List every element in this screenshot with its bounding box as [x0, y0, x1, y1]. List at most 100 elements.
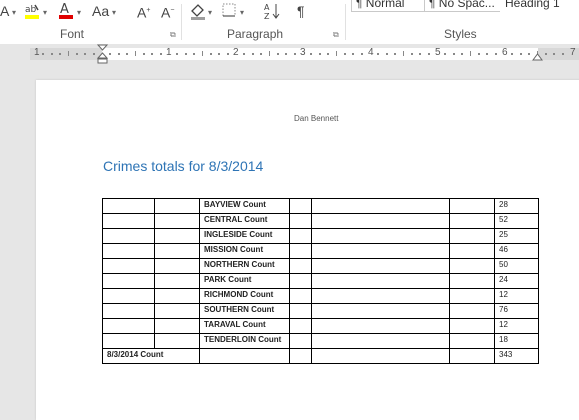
empty-cell[interactable] — [102, 243, 155, 259]
empty-cell[interactable] — [449, 228, 495, 244]
change-case-button[interactable]: Aa — [92, 1, 109, 21]
empty-cell[interactable] — [154, 333, 200, 349]
empty-cell[interactable] — [154, 228, 200, 244]
sort-icon[interactable]: AZ — [263, 1, 281, 21]
district-label-cell[interactable]: TARAVAL Count — [199, 318, 290, 334]
empty-cell[interactable] — [102, 228, 155, 244]
empty-cell[interactable] — [311, 288, 450, 304]
count-value-cell[interactable]: 12 — [494, 288, 539, 304]
empty-cell[interactable] — [449, 198, 495, 214]
chevron-down-icon[interactable]: ▾ — [43, 8, 47, 17]
count-value-cell[interactable]: 12 — [494, 318, 539, 334]
count-value-cell[interactable]: 25 — [494, 228, 539, 244]
empty-cell[interactable] — [102, 288, 155, 304]
count-value-cell[interactable]: 28 — [494, 198, 539, 214]
empty-cell[interactable] — [311, 333, 450, 349]
empty-cell[interactable] — [289, 333, 312, 349]
empty-cell[interactable] — [449, 288, 495, 304]
crime-totals-table[interactable]: BAYVIEW Count 28 CENTRAL Count 52 INGLESIDE … — [102, 198, 539, 364]
empty-cell[interactable] — [154, 258, 200, 274]
district-label-cell[interactable]: PARK Count — [199, 273, 290, 289]
district-label-cell[interactable]: TENDERLOIN Count — [199, 333, 290, 349]
empty-cell[interactable] — [154, 288, 200, 304]
empty-cell[interactable] — [289, 348, 312, 364]
text-highlight-icon[interactable]: ab — [22, 1, 42, 21]
empty-cell[interactable] — [289, 228, 312, 244]
empty-cell[interactable] — [311, 213, 450, 229]
empty-cell[interactable] — [449, 258, 495, 274]
empty-cell[interactable] — [102, 213, 155, 229]
empty-cell[interactable] — [449, 243, 495, 259]
style-no-spacing[interactable]: ¶ No Spac... — [424, 0, 502, 12]
district-label-cell[interactable]: RICHMOND Count — [199, 288, 290, 304]
chevron-down-icon[interactable]: ▾ — [77, 8, 81, 17]
style-heading-1[interactable]: Heading 1 — [500, 0, 579, 12]
district-label-cell[interactable]: NORTHERN Count — [199, 258, 290, 274]
empty-cell[interactable] — [289, 303, 312, 319]
chevron-down-icon[interactable]: ▾ — [208, 8, 212, 17]
empty-cell[interactable] — [102, 273, 155, 289]
grow-font-icon[interactable]: A — [0, 1, 9, 21]
document-title[interactable]: Crimes totals for 8/3/2014 — [103, 158, 263, 174]
style-normal[interactable]: ¶ Normal — [351, 0, 425, 12]
empty-cell[interactable] — [289, 258, 312, 274]
empty-cell[interactable] — [154, 273, 200, 289]
empty-cell[interactable] — [154, 303, 200, 319]
paragraph-dialog-launcher-icon[interactable]: ⧉ — [333, 30, 339, 40]
count-value-cell[interactable]: 18 — [494, 333, 539, 349]
empty-cell[interactable] — [311, 258, 450, 274]
total-label-cell[interactable]: 8/3/2014 Count — [102, 348, 200, 364]
count-value-cell[interactable]: 50 — [494, 258, 539, 274]
empty-cell[interactable] — [154, 198, 200, 214]
count-value-cell[interactable]: 24 — [494, 273, 539, 289]
empty-cell[interactable] — [449, 333, 495, 349]
district-label-cell[interactable]: CENTRAL Count — [199, 213, 290, 229]
horizontal-ruler[interactable]: 1 1 2 3 4 5 6 7 — [0, 44, 579, 64]
empty-cell[interactable] — [154, 243, 200, 259]
count-value-cell[interactable]: 52 — [494, 213, 539, 229]
chevron-down-icon[interactable]: ▾ — [12, 8, 16, 17]
empty-cell[interactable] — [311, 273, 450, 289]
empty-cell[interactable] — [102, 333, 155, 349]
empty-cell[interactable] — [449, 213, 495, 229]
borders-icon[interactable] — [222, 1, 238, 21]
empty-cell[interactable] — [311, 198, 450, 214]
empty-cell[interactable] — [311, 243, 450, 259]
district-label-cell[interactable]: BAYVIEW Count — [199, 198, 290, 214]
empty-cell[interactable] — [199, 348, 290, 364]
empty-cell[interactable] — [289, 198, 312, 214]
empty-cell[interactable] — [102, 258, 155, 274]
empty-cell[interactable] — [289, 273, 312, 289]
empty-cell[interactable] — [449, 303, 495, 319]
empty-cell[interactable] — [289, 288, 312, 304]
empty-cell[interactable] — [154, 318, 200, 334]
font-dialog-launcher-icon[interactable]: ⧉ — [170, 30, 176, 40]
empty-cell[interactable] — [102, 198, 155, 214]
empty-cell[interactable] — [289, 243, 312, 259]
chevron-down-icon[interactable]: ▾ — [240, 8, 244, 17]
empty-cell[interactable] — [311, 318, 450, 334]
font-color-icon[interactable]: A — [58, 1, 74, 21]
district-label-cell[interactable]: INGLESIDE Count — [199, 228, 290, 244]
shading-icon[interactable] — [188, 1, 208, 21]
chevron-down-icon[interactable]: ▾ — [112, 8, 116, 17]
subscript-icon[interactable]: A− — [161, 1, 174, 21]
district-label-cell[interactable]: SOUTHERN Count — [199, 303, 290, 319]
show-formatting-icon[interactable]: ¶ — [297, 1, 305, 21]
left-indent-marker-icon[interactable] — [97, 44, 108, 64]
count-value-cell[interactable]: 46 — [494, 243, 539, 259]
empty-cell[interactable] — [289, 318, 312, 334]
empty-cell[interactable] — [102, 318, 155, 334]
right-indent-marker-icon[interactable] — [532, 52, 543, 62]
empty-cell[interactable] — [449, 318, 495, 334]
empty-cell[interactable] — [311, 348, 450, 364]
document-page[interactable]: Dan Bennett Crimes totals for 8/3/2014 B… — [36, 80, 579, 420]
empty-cell[interactable] — [102, 303, 155, 319]
district-label-cell[interactable]: MISSION Count — [199, 243, 290, 259]
page-header[interactable]: Dan Bennett — [294, 114, 338, 123]
total-value-cell[interactable]: 343 — [494, 348, 539, 364]
empty-cell[interactable] — [154, 213, 200, 229]
superscript-icon[interactable]: A+ — [137, 1, 150, 21]
empty-cell[interactable] — [311, 228, 450, 244]
empty-cell[interactable] — [289, 213, 312, 229]
